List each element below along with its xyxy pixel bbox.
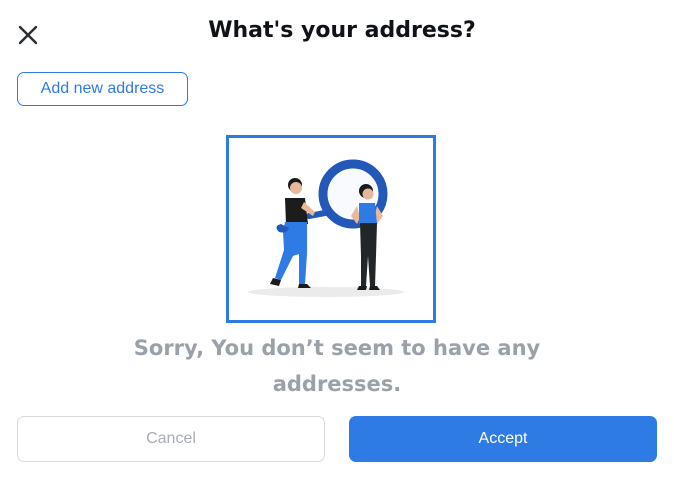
empty-state-illustration [226, 135, 436, 323]
address-dialog: What's your address? Add new address Sor… [0, 0, 674, 486]
empty-state-message: Sorry, You don’t seem to have any addres… [133, 336, 541, 396]
cancel-button[interactable]: Cancel [17, 416, 325, 462]
add-new-address-button[interactable]: Add new address [17, 72, 188, 106]
ground-shadow [248, 287, 404, 297]
person-left [270, 178, 315, 288]
accept-button[interactable]: Accept [349, 416, 657, 462]
dialog-title: What's your address? [208, 18, 476, 43]
